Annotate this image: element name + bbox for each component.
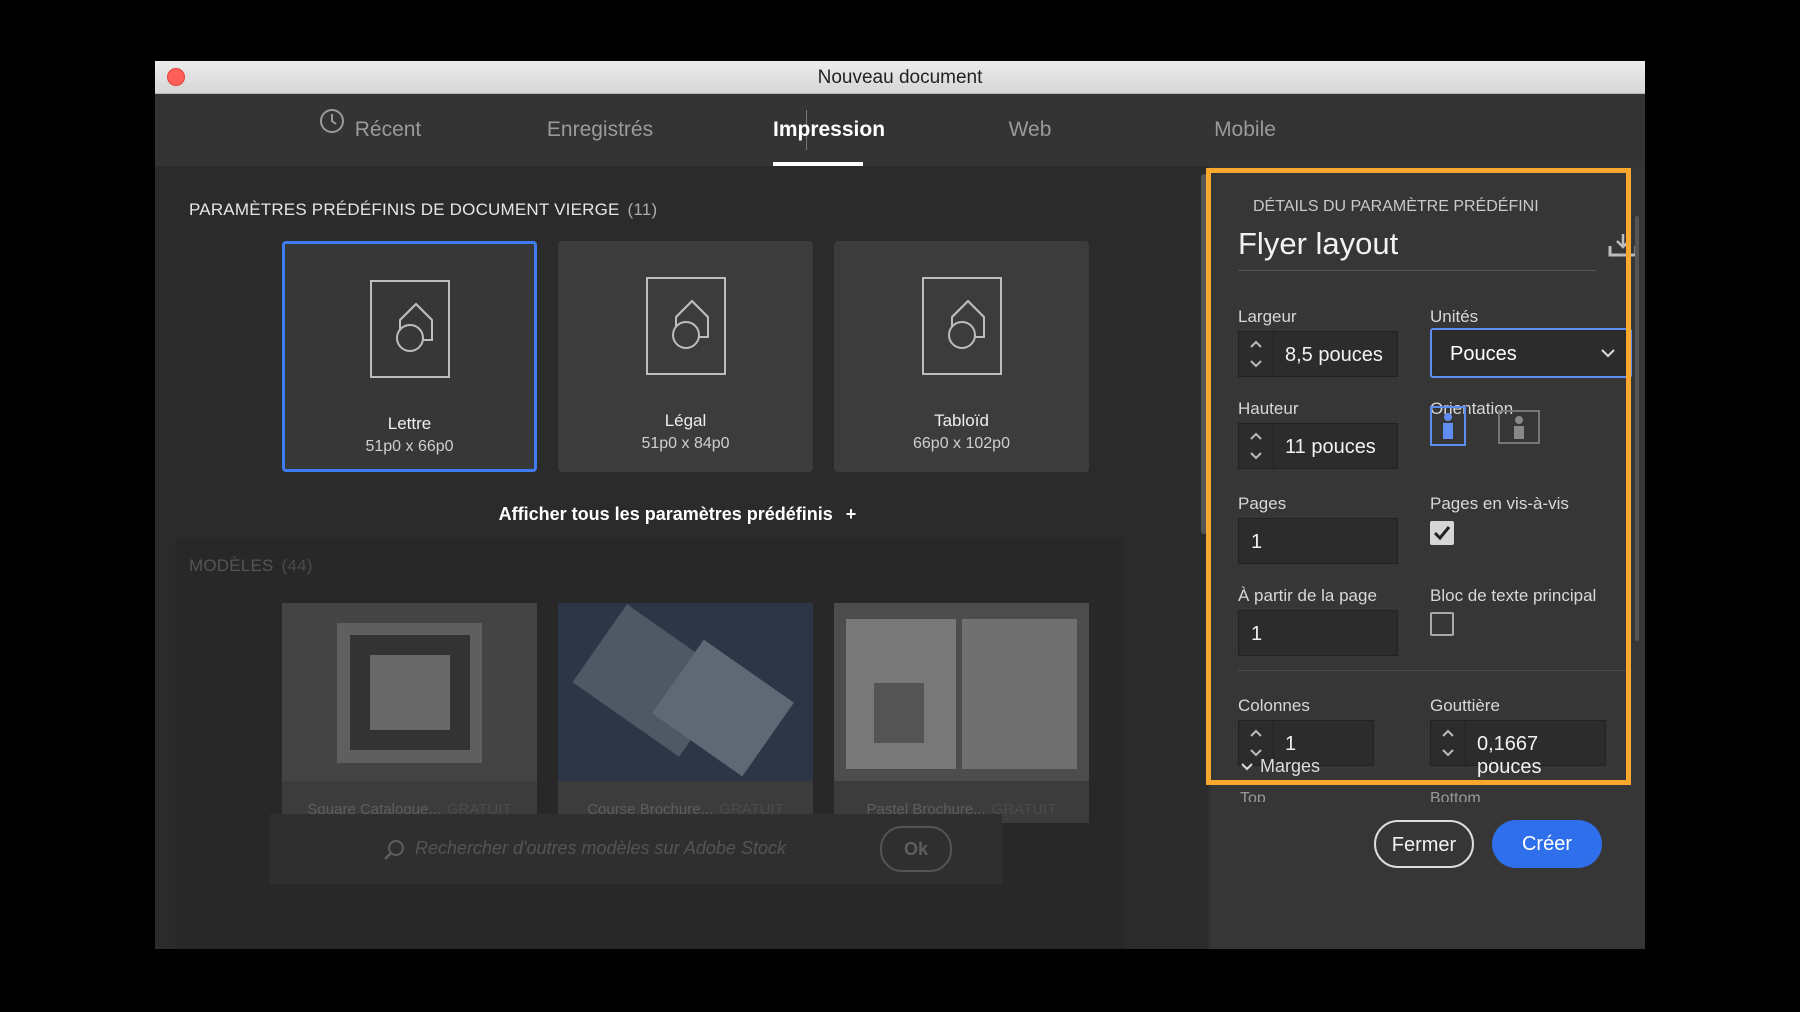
preset-size: 51p0 x 84p0	[641, 435, 730, 452]
blank-presets-count: (11)	[627, 200, 658, 219]
document-shapes-icon	[369, 280, 450, 383]
margin-bottom-label: Bottom	[1430, 790, 1481, 802]
tab-print[interactable]: Impression	[773, 94, 885, 166]
stock-search-bar: Rechercher d'outres modèles sur Adobe St…	[270, 814, 1002, 884]
preset-card-letter[interactable]: Lettre 51p0 x 66p0	[282, 241, 537, 472]
template-card[interactable]: Square Catalogue... GRATUIT	[282, 603, 537, 823]
template-thumbnail	[282, 603, 537, 781]
template-card[interactable]: Course Brochure... GRATUIT	[558, 603, 813, 823]
template-card[interactable]: Pastel Brochure... GRATUIT	[834, 603, 1089, 823]
blank-presets-heading: PARAMÈTRES PRÉDÉFINIS DE DOCUMENT VIERGE…	[189, 200, 657, 220]
title-bar: Nouveau document	[155, 61, 1645, 94]
tab-web[interactable]: Web	[995, 94, 1065, 166]
templates-title: MODÈLES	[189, 556, 274, 575]
margins-labels: Top Bottom	[1240, 790, 1630, 802]
tab-mobile[interactable]: Mobile	[1200, 94, 1290, 166]
margin-top-label: Top	[1240, 790, 1266, 802]
templates-heading: MODÈLES (44)	[189, 556, 313, 576]
search-ok-button[interactable]: Ok	[880, 826, 952, 872]
preset-card-legal[interactable]: Légal 51p0 x 84p0	[558, 241, 813, 472]
preset-name: Légal	[664, 411, 707, 430]
preset-name: Lettre	[387, 414, 432, 433]
tab-recent-label: Récent	[354, 118, 422, 141]
document-shapes-icon	[921, 277, 1002, 380]
templates-count: (44)	[281, 556, 313, 575]
template-thumbnail	[834, 603, 1089, 781]
search-icon	[382, 838, 406, 867]
document-shapes-icon	[645, 277, 726, 380]
tab-recent[interactable]: Récent	[285, 94, 455, 166]
clock-icon	[319, 92, 345, 164]
tab-saved[interactable]: Enregistrés	[515, 94, 685, 166]
presets-panel: PARAMÈTRES PRÉDÉFINIS DE DOCUMENT VIERGE…	[155, 166, 1200, 949]
new-document-dialog: Nouveau document Récent Enregistrés Impr…	[155, 61, 1645, 949]
dialog-footer: Fermer Créer	[1210, 806, 1645, 949]
details-highlight-frame	[1206, 168, 1631, 785]
preset-name: Tabloïd	[934, 411, 989, 430]
preset-size: 51p0 x 66p0	[365, 438, 454, 455]
templates-section: MODÈLES (44) Square Catalogue... GRATUIT C…	[175, 538, 1125, 949]
preset-card-tabloid[interactable]: Tabloïd 66p0 x 102p0	[834, 241, 1089, 472]
category-tabs: Récent Enregistrés Impression Web Mobile	[155, 94, 1645, 166]
details-scrollbar[interactable]	[1635, 216, 1639, 641]
plus-icon: +	[845, 504, 857, 524]
template-thumbnail	[558, 603, 813, 781]
show-all-presets-link[interactable]: Afficher tous les paramètres prédéfinis …	[155, 504, 1200, 525]
blank-presets-title: PARAMÈTRES PRÉDÉFINIS DE DOCUMENT VIERGE	[189, 200, 620, 219]
stock-search-input[interactable]: Rechercher d'outres modèles sur Adobe St…	[415, 838, 786, 859]
show-all-label: Afficher tous les paramètres prédéfinis	[498, 504, 833, 524]
close-button[interactable]: Fermer	[1374, 820, 1474, 868]
create-button[interactable]: Créer	[1492, 820, 1602, 868]
preset-size: 66p0 x 102p0	[913, 435, 1010, 452]
window-title: Nouveau document	[817, 67, 983, 88]
